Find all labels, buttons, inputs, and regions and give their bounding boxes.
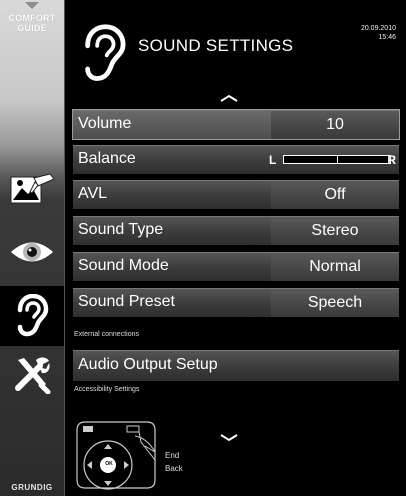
audio-output-label: Audio Output Setup: [78, 356, 218, 373]
menu-row-balance[interactable]: Balance L R: [73, 145, 399, 174]
comfort-guide-line1: COMFORT: [8, 13, 56, 23]
volume-value[interactable]: 10: [271, 111, 399, 139]
end-hint: End: [165, 451, 180, 460]
scroll-down-icon[interactable]: [219, 434, 239, 442]
tools-icon: [15, 357, 51, 394]
balance-right-label: R: [387, 153, 396, 167]
datetime: 20.09.2010 15:46: [361, 24, 396, 42]
sound-preset-label: Sound Preset: [78, 293, 175, 310]
back-hint: Back: [165, 464, 183, 473]
remote-navigation-icon: [76, 421, 156, 490]
menu-row-sound-preset[interactable]: Sound Preset Speech: [73, 288, 399, 317]
sidebar-item-sound[interactable]: [0, 286, 64, 346]
ear-icon: [17, 294, 49, 337]
avl-label: AVL: [78, 185, 108, 202]
brand-logo: GRUNDIG: [11, 483, 53, 492]
menu-row-sound-type[interactable]: Sound Type Stereo: [73, 216, 399, 245]
sound-preset-value[interactable]: Speech: [271, 289, 399, 317]
sound-type-label: Sound Type: [78, 221, 164, 238]
sidebar-item-picture[interactable]: [0, 160, 64, 220]
balance-label: Balance: [78, 150, 136, 167]
avl-value[interactable]: Off: [271, 181, 399, 209]
time-text: 15:46: [378, 34, 396, 41]
date-text: 20.09.2010: [360, 25, 396, 32]
sound-mode-label: Sound Mode: [78, 257, 169, 274]
comfort-guide-label[interactable]: COMFORT GUIDE: [0, 13, 64, 33]
menu-row-avl[interactable]: AVL Off: [73, 180, 399, 209]
menu-row-audio-output[interactable]: Audio Output Setup: [73, 350, 399, 381]
menu-row-sound-mode[interactable]: Sound Mode Normal: [73, 252, 399, 281]
eye-icon: [11, 242, 53, 262]
scroll-up-icon[interactable]: [219, 94, 239, 102]
page-title: SOUND SETTINGS: [138, 36, 294, 55]
balance-control[interactable]: L R: [269, 146, 399, 174]
sound-mode-value[interactable]: Normal: [271, 253, 399, 281]
main-panel: SOUND SETTINGS 20.09.2010 15:46 Volume 1…: [65, 0, 406, 496]
ear-icon: [85, 24, 126, 81]
external-connections-label: External connections: [74, 331, 139, 338]
volume-label: Volume: [78, 115, 132, 132]
balance-slider[interactable]: [283, 155, 391, 164]
balance-left-label: L: [269, 153, 277, 167]
sidebar: COMFORT GUIDE GRUNDIG: [0, 0, 65, 496]
accessibility-settings-label: Accessibility Settings: [74, 386, 140, 393]
up-arrow-icon[interactable]: [25, 2, 39, 9]
comfort-guide-line2: GUIDE: [17, 23, 47, 33]
sidebar-item-tools[interactable]: [0, 344, 64, 404]
picture-settings-icon: [10, 173, 55, 204]
balance-indicator: [337, 155, 338, 164]
menu-row-volume[interactable]: Volume 10: [72, 109, 400, 140]
ok-button-label: OK: [105, 461, 113, 467]
sound-type-value[interactable]: Stereo: [271, 217, 399, 245]
sidebar-item-eye[interactable]: [0, 222, 64, 282]
